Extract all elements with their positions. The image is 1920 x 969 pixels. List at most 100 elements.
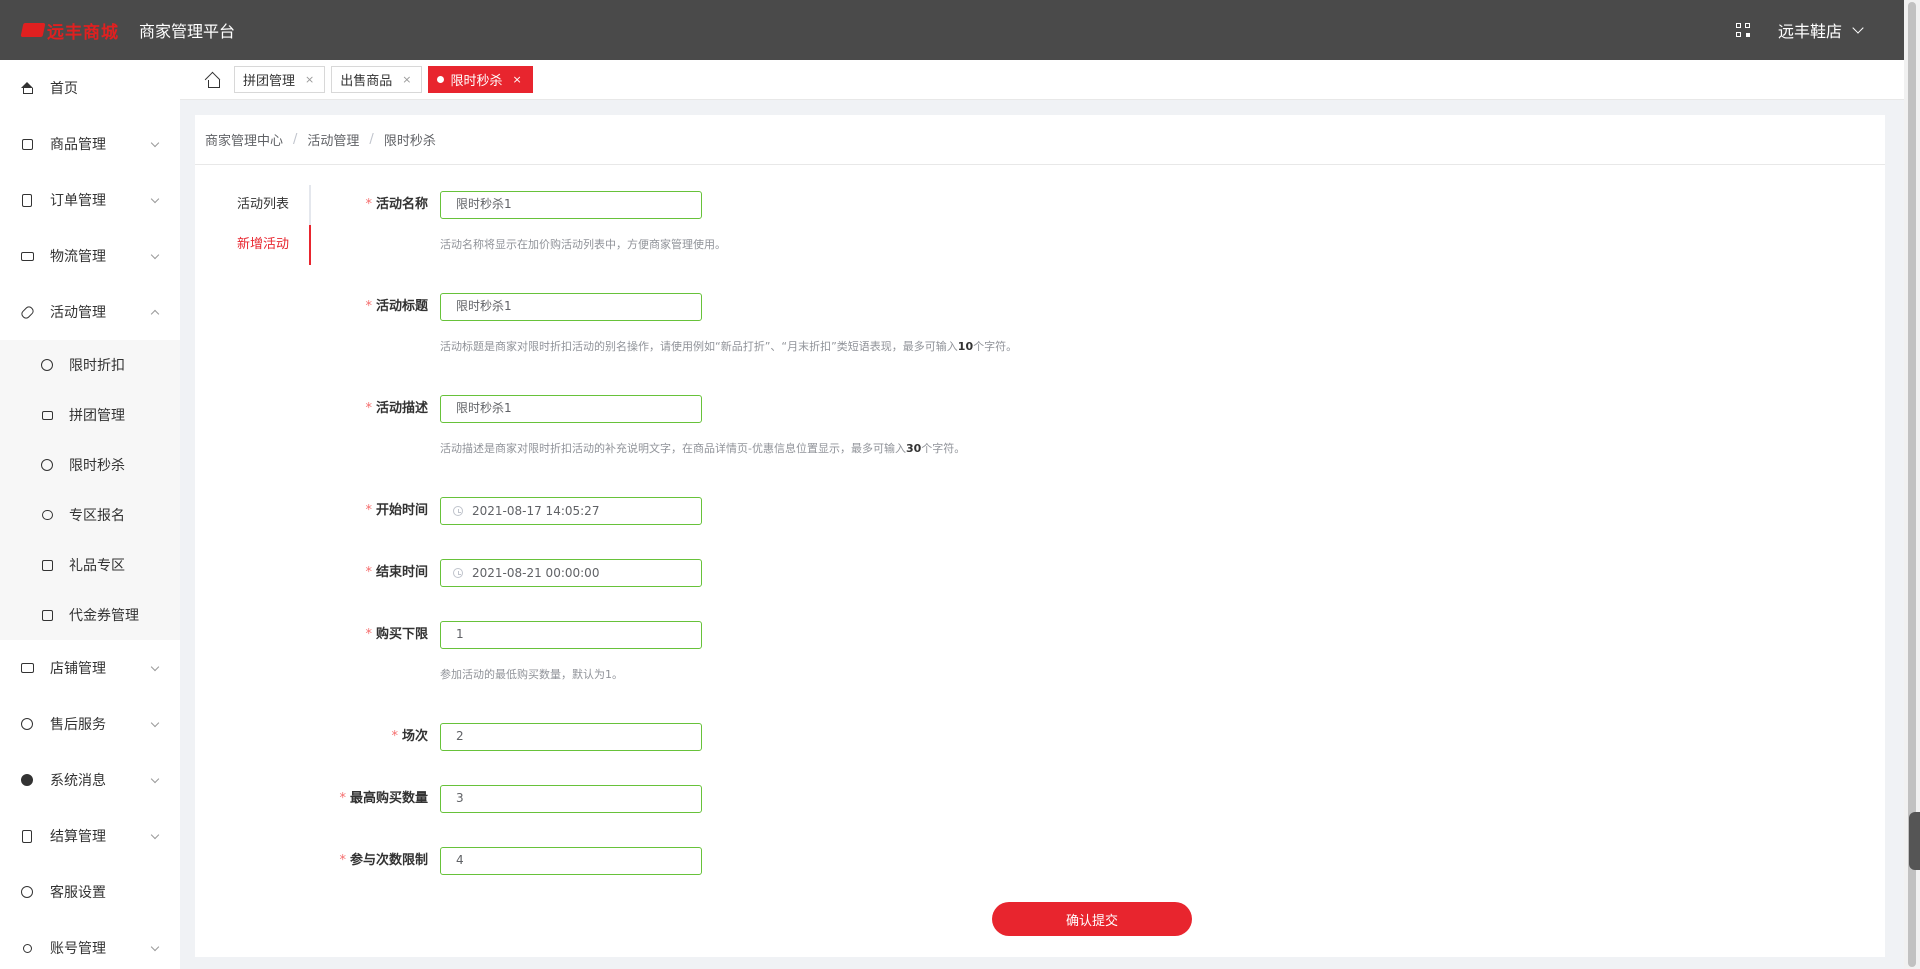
- sidebar-item-customer-service[interactable]: 客服设置: [0, 864, 180, 920]
- sidebar-item-label: 活动管理: [50, 305, 106, 321]
- participation-limit-input[interactable]: 4: [440, 847, 702, 875]
- sidebar-item-label: 首页: [50, 81, 78, 97]
- clock-icon: [453, 568, 463, 578]
- field-label: * 活动标题: [365, 299, 428, 314]
- activity-title-input[interactable]: 限时秒杀1: [440, 293, 702, 321]
- logo-mark-icon: [20, 23, 46, 37]
- side-tabs: 活动列表 新增活动: [195, 185, 311, 265]
- field-hint: 活动描述是商家对限时折扣活动的补充说明文字，在商品详情页-优惠信息位置显示，最多…: [440, 442, 966, 455]
- sidebar-subitem-coupon[interactable]: 代金券管理: [0, 590, 180, 640]
- sidebar-item-aftersale[interactable]: 售后服务: [0, 696, 180, 752]
- aftersale-icon: [20, 717, 34, 731]
- required-mark: *: [365, 197, 372, 212]
- end-time-picker[interactable]: 2021-08-21 00:00:00: [440, 559, 702, 587]
- sidebar-item-label: 客服设置: [50, 885, 106, 901]
- field-label: * 购买下限: [365, 627, 428, 642]
- breadcrumb-item: 限时秒杀: [383, 134, 436, 149]
- shop-name-dropdown[interactable]: 远丰鞋店: [1778, 18, 1842, 42]
- sidebar-subitem-label: 限时折扣: [69, 358, 125, 374]
- logo[interactable]: 远丰商城: [20, 18, 119, 43]
- side-tab-new-activity[interactable]: 新增活动: [195, 225, 311, 265]
- sidebar-item-messages[interactable]: 系统消息: [0, 752, 180, 808]
- activity-icon: [19, 304, 35, 320]
- field-hint: 参加活动的最低购买数量，默认为1。: [440, 668, 623, 681]
- chevron-down-icon: [150, 774, 160, 784]
- sidebar-item-label: 物流管理: [50, 249, 106, 265]
- chevron-down-icon: [150, 138, 160, 148]
- sidebar-subitem-flash-sale[interactable]: 限时秒杀: [0, 440, 180, 490]
- home-tab[interactable]: [198, 65, 228, 95]
- side-tab-activity-list[interactable]: 活动列表: [195, 185, 311, 225]
- field-label: * 结束时间: [365, 565, 428, 580]
- settlement-icon: [20, 829, 34, 843]
- sidebar-item-label: 售后服务: [50, 717, 106, 733]
- sidebar-subitem-label: 礼品专区: [69, 558, 125, 574]
- close-icon[interactable]: ×: [305, 73, 314, 86]
- sidebar-subitem-gift[interactable]: 礼品专区: [0, 540, 180, 590]
- close-icon[interactable]: ×: [512, 73, 521, 86]
- required-mark: *: [391, 729, 398, 744]
- sidebar-subitem-label: 拼团管理: [69, 408, 125, 424]
- field-label: * 参与次数限制: [339, 853, 428, 868]
- order-icon: [20, 193, 34, 207]
- active-dot-icon: [437, 76, 445, 83]
- required-mark: *: [365, 299, 372, 314]
- sidebar-item-account[interactable]: 账号管理: [0, 920, 180, 969]
- end-time-value: 2021-08-21 00:00:00: [472, 565, 600, 580]
- home-icon: [20, 81, 34, 95]
- alarm-icon: [40, 458, 54, 472]
- sidebar-item-home[interactable]: 首页: [0, 60, 180, 116]
- submit-button[interactable]: 确认提交: [992, 902, 1192, 936]
- tab-group-manage[interactable]: 拼团管理 ×: [234, 66, 326, 93]
- sidebar-item-label: 结算管理: [50, 829, 106, 845]
- field-label: * 最高购买数量: [339, 791, 428, 806]
- start-time-picker[interactable]: 2021-08-17 14:05:27: [440, 497, 702, 525]
- breadcrumb-item[interactable]: 商家管理中心: [205, 130, 283, 149]
- close-icon[interactable]: ×: [402, 73, 411, 86]
- chevron-down-icon: [150, 830, 160, 840]
- activity-desc-input[interactable]: 限时秒杀1: [440, 395, 702, 423]
- floating-widget-handle[interactable]: [1909, 812, 1920, 870]
- max-purchase-input[interactable]: 3: [440, 785, 702, 813]
- goods-icon: [20, 137, 34, 151]
- chevron-down-icon: [150, 942, 160, 952]
- sidebar-item-label: 账号管理: [50, 941, 106, 957]
- session-input[interactable]: 2: [440, 723, 702, 751]
- coupon-icon: [40, 608, 54, 622]
- sidebar-subitem-label: 代金券管理: [69, 608, 139, 624]
- sidebar-subitem-zone[interactable]: 专区报名: [0, 490, 180, 540]
- qrcode-icon[interactable]: [1735, 23, 1750, 37]
- sidebar-item-settlement[interactable]: 结算管理: [0, 808, 180, 864]
- sidebar-item-logistics[interactable]: 物流管理: [0, 228, 180, 284]
- breadcrumb-item[interactable]: 活动管理: [307, 130, 359, 149]
- activity-name-input[interactable]: 限时秒杀1: [440, 191, 702, 219]
- tab-flash-sale[interactable]: 限时秒杀 ×: [428, 66, 533, 93]
- sidebar-subitem-discount[interactable]: 限时折扣: [0, 340, 180, 390]
- store-icon: [20, 661, 34, 675]
- logo-text: 远丰商城: [47, 22, 119, 43]
- field-hint: 活动名称将显示在加价购活动列表中，方便商家管理使用。: [440, 238, 726, 251]
- sidebar-item-orders[interactable]: 订单管理: [0, 172, 180, 228]
- tab-label: 拼团管理: [243, 74, 296, 89]
- sidebar-item-activity[interactable]: 活动管理: [0, 284, 180, 340]
- activity-submenu: 限时折扣 拼团管理 限时秒杀 专区报名 礼品专区 代金券管理: [0, 340, 180, 640]
- sidebar-item-store[interactable]: 店铺管理: [0, 640, 180, 696]
- group-icon: [40, 408, 54, 422]
- field-hint: 活动标题是商家对限时折扣活动的别名操作，请使用例如“新品打折”、“月末折扣”类短…: [440, 340, 1018, 353]
- sidebar-subitem-group[interactable]: 拼团管理: [0, 390, 180, 440]
- sidebar-item-goods[interactable]: 商品管理: [0, 116, 180, 172]
- clock-icon: [453, 506, 463, 516]
- required-mark: *: [365, 565, 372, 580]
- sidebar-item-label: 系统消息: [50, 773, 106, 789]
- sidebar-item-label: 店铺管理: [50, 661, 106, 677]
- start-time-value: 2021-08-17 14:05:27: [472, 503, 600, 518]
- tab-label: 出售商品: [340, 74, 393, 89]
- field-label: * 开始时间: [365, 503, 428, 518]
- chevron-down-icon: [150, 250, 160, 260]
- chevron-down-icon[interactable]: [1852, 22, 1864, 34]
- field-label: * 场次: [391, 729, 428, 744]
- min-purchase-input[interactable]: 1: [440, 621, 702, 649]
- tab-sale-goods[interactable]: 出售商品 ×: [331, 66, 423, 93]
- chevron-down-icon: [150, 718, 160, 728]
- required-mark: *: [365, 401, 372, 416]
